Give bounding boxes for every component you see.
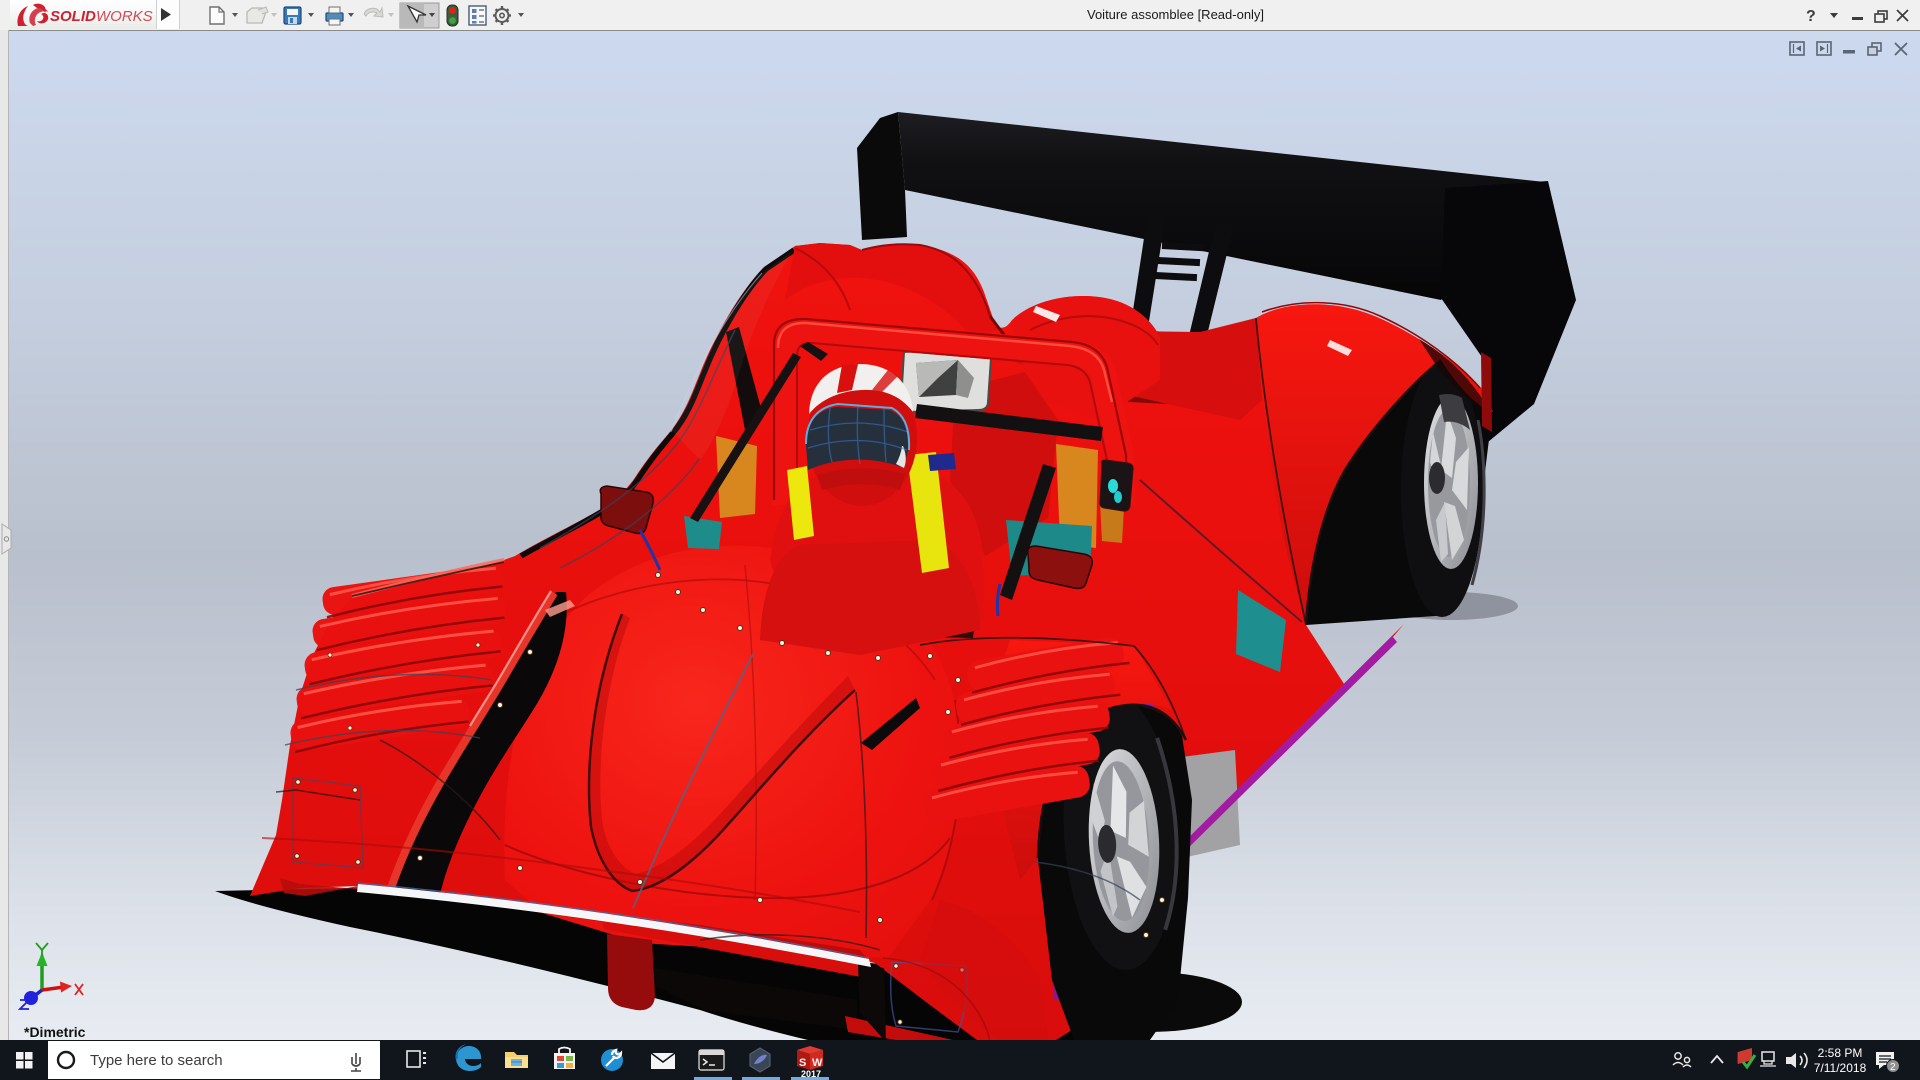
svg-text:S: S bbox=[799, 1057, 806, 1069]
svg-text:W: W bbox=[812, 1057, 823, 1069]
svg-text:?: ? bbox=[1806, 8, 1816, 25]
svg-text:2: 2 bbox=[1890, 1062, 1896, 1073]
svg-text:WORKS: WORKS bbox=[96, 8, 153, 25]
svg-text:SOLID: SOLID bbox=[50, 8, 96, 25]
